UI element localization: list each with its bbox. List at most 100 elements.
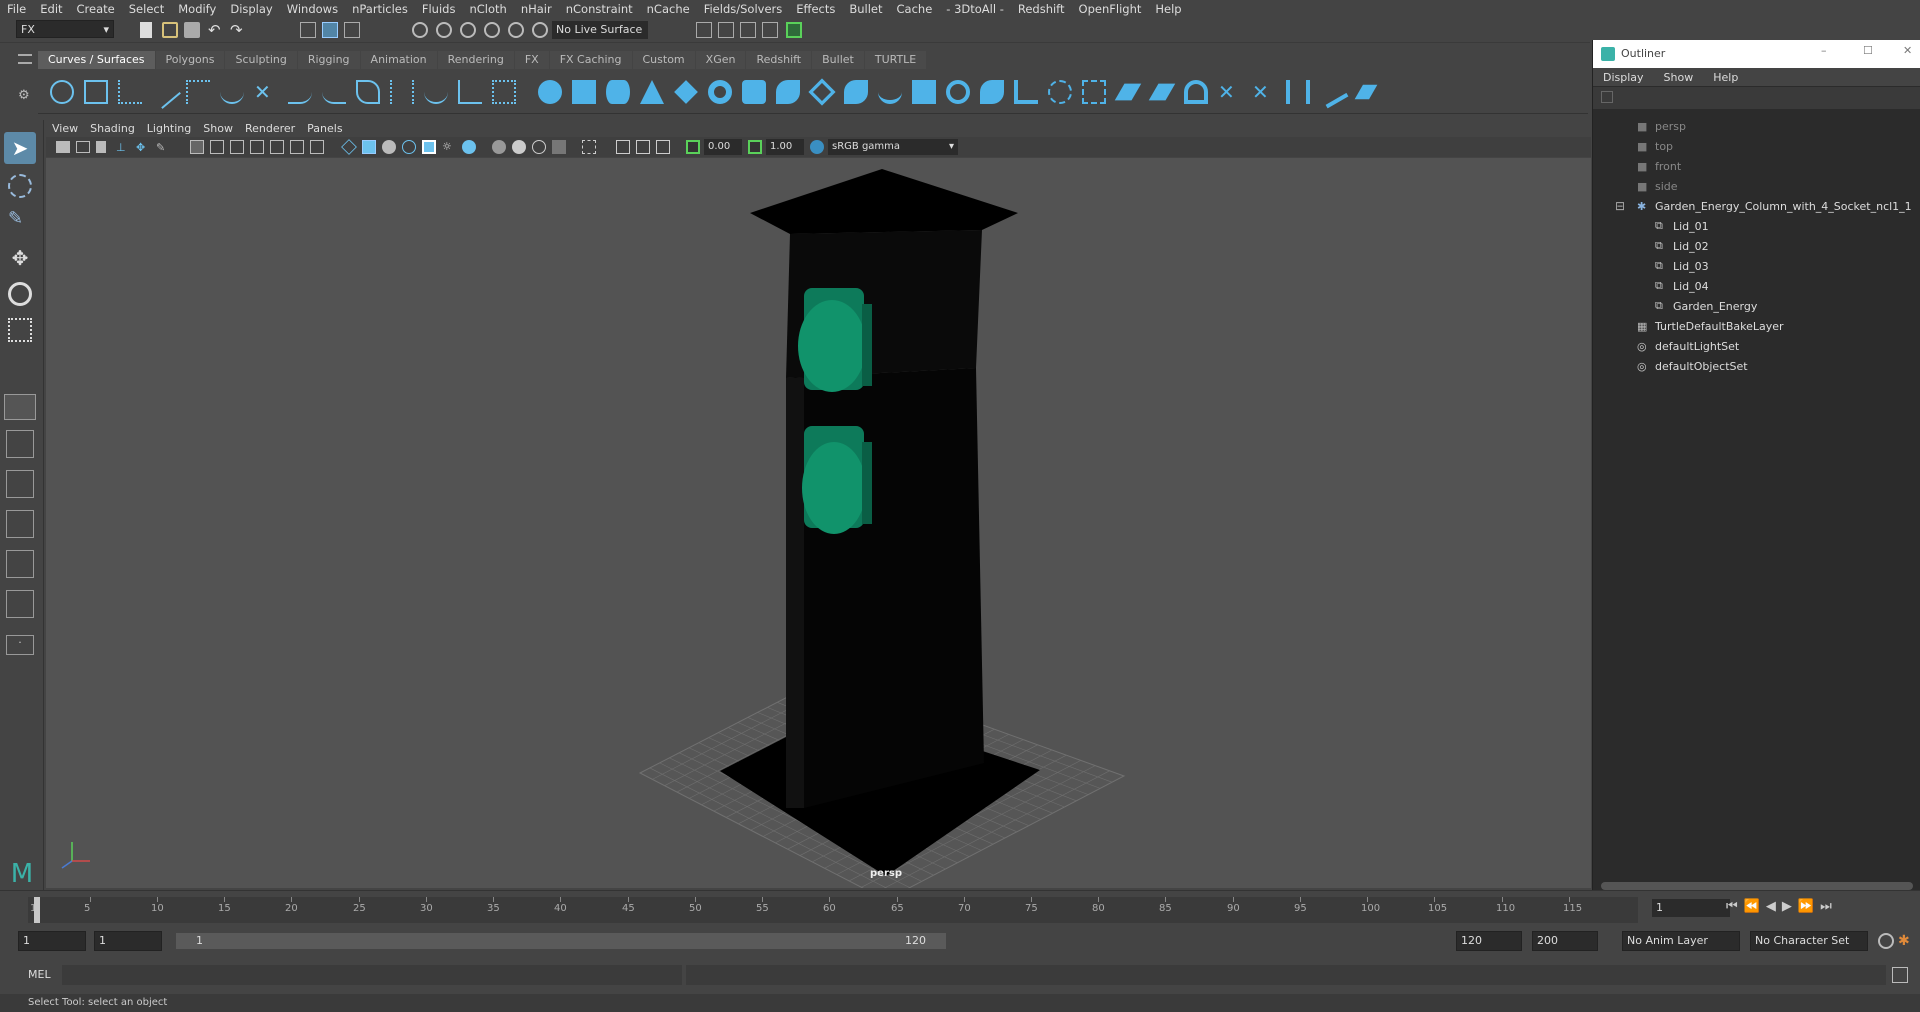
command-input[interactable] xyxy=(62,965,682,985)
single-perspective-layout-icon[interactable] xyxy=(4,394,36,420)
render-current-frame-icon[interactable] xyxy=(696,22,712,38)
play-backward-icon[interactable]: ◀ xyxy=(1766,899,1782,914)
insert-isoparm-icon[interactable]: ✕ xyxy=(1218,80,1242,104)
viewport-menu-item[interactable]: Lighting xyxy=(141,122,197,135)
auto-key-icon[interactable] xyxy=(1878,933,1894,949)
outliner-item[interactable]: ■ side xyxy=(1637,176,1678,196)
shelf-tab[interactable]: Rendering xyxy=(437,51,514,69)
rotate-tool-icon[interactable] xyxy=(8,282,32,306)
project-curve-icon[interactable] xyxy=(1014,80,1038,104)
gamma-toggle-icon[interactable] xyxy=(748,140,762,154)
nurbs-cylinder-icon[interactable] xyxy=(606,80,630,104)
grid-icon[interactable] xyxy=(190,140,204,154)
loft-icon[interactable] xyxy=(776,80,800,104)
rebuild-surface-icon[interactable] xyxy=(1286,80,1310,104)
nurbs-plane-icon[interactable] xyxy=(674,80,698,104)
camera-attributes-icon[interactable] xyxy=(76,141,90,153)
menu-item[interactable]: Cache xyxy=(890,2,940,16)
two-d-pan-zoom-icon[interactable]: ✥ xyxy=(136,141,150,154)
horizontal-scrollbar[interactable] xyxy=(1601,882,1913,890)
save-scene-icon[interactable] xyxy=(184,22,200,38)
menu-item[interactable]: nHair xyxy=(514,2,559,16)
close-icon[interactable]: ✕ xyxy=(1903,44,1912,57)
shadows-icon[interactable] xyxy=(462,140,476,154)
menu-item[interactable]: Help xyxy=(1148,2,1188,16)
snap-point-icon[interactable] xyxy=(460,22,476,38)
paint-select-tool-icon[interactable]: ✎ xyxy=(8,208,32,232)
isolate-select-icon[interactable] xyxy=(582,140,596,154)
outliner-menu-item[interactable]: Help xyxy=(1703,71,1748,84)
trim-tool-icon[interactable] xyxy=(1082,80,1106,104)
safe-action-icon[interactable] xyxy=(290,140,304,154)
xray-joints-icon[interactable] xyxy=(636,140,650,154)
wireframe-icon[interactable] xyxy=(341,139,357,155)
outliner-item[interactable]: ⧉ Garden_Energy xyxy=(1655,296,1757,316)
move-tool-icon[interactable]: ✥ xyxy=(8,246,32,270)
undo-icon[interactable]: ↶ xyxy=(208,22,224,38)
nurbs-torus-icon[interactable] xyxy=(708,80,732,104)
textured-icon[interactable] xyxy=(422,140,436,154)
menu-item[interactable]: Modify xyxy=(171,2,223,16)
extend-curve-icon[interactable] xyxy=(390,80,414,104)
shelf-tab[interactable]: XGen xyxy=(695,51,746,69)
outliner-item[interactable]: ■ front xyxy=(1637,156,1681,176)
insert-knot-icon[interactable] xyxy=(356,80,380,104)
persp-hypershade-layout-icon[interactable] xyxy=(6,550,34,578)
play-forward-icon[interactable]: ▶ xyxy=(1782,899,1798,914)
range-bar[interactable]: 1 120 xyxy=(176,933,946,949)
outliner-item[interactable]: ◎ defaultLightSet xyxy=(1637,336,1739,356)
menu-item[interactable]: Effects xyxy=(789,2,842,16)
intersect-surfaces-icon[interactable] xyxy=(1048,80,1072,104)
viewport-menu-item[interactable]: Renderer xyxy=(239,122,301,135)
menu-item[interactable]: File xyxy=(0,2,33,16)
outliner-item[interactable]: ⧉ Lid_04 xyxy=(1655,276,1709,296)
new-scene-icon[interactable] xyxy=(140,22,152,38)
arc-tool-icon[interactable]: ✕ xyxy=(254,80,278,104)
persp-outliner-layout-icon[interactable] xyxy=(6,470,34,498)
smooth-shade-icon[interactable] xyxy=(362,140,376,154)
xray-icon[interactable] xyxy=(616,140,630,154)
nurbs-square-icon[interactable] xyxy=(84,80,108,104)
menuset-dropdown[interactable]: FX ▾ xyxy=(16,20,114,38)
view-transform-dropdown[interactable]: sRGB gamma ▾ xyxy=(828,139,958,155)
viewport-menu-item[interactable]: Show xyxy=(197,122,239,135)
outliner-item[interactable]: ■ top xyxy=(1637,136,1673,156)
hypershade-icon[interactable] xyxy=(762,22,778,38)
offset-curve-icon[interactable] xyxy=(424,80,448,104)
untrim-icon[interactable] xyxy=(1114,83,1142,101)
nurbs-circle-icon[interactable] xyxy=(50,80,74,104)
script-editor-icon[interactable] xyxy=(1892,967,1908,983)
ipr-render-icon[interactable] xyxy=(718,22,734,38)
open-scene-icon[interactable] xyxy=(162,22,178,38)
redo-icon[interactable]: ↷ xyxy=(230,22,246,38)
nurbs-cube-icon[interactable] xyxy=(572,80,596,104)
sculpt-geometry-icon[interactable] xyxy=(1315,75,1349,109)
anim-layer-dropdown[interactable]: No Anim Layer xyxy=(1622,931,1740,951)
menu-item[interactable]: Create xyxy=(70,2,122,16)
outliner-item[interactable]: ◎ defaultObjectSet xyxy=(1637,356,1748,376)
shelf-tab[interactable]: Sculpting xyxy=(225,51,297,69)
outliner-item[interactable]: ⧉ Lid_02 xyxy=(1655,236,1709,256)
color-management-icon[interactable] xyxy=(810,140,824,154)
shelf-tab[interactable]: FX Caching xyxy=(549,51,632,69)
attach-curves-icon[interactable] xyxy=(288,80,312,104)
nurbs-sphere-icon[interactable] xyxy=(538,80,562,104)
field-chart-icon[interactable] xyxy=(270,140,284,154)
menu-item[interactable]: Bullet xyxy=(842,2,889,16)
shelf-tab[interactable]: Rigging xyxy=(297,51,360,69)
menu-item[interactable]: Display xyxy=(223,2,279,16)
redshift-render-view-icon[interactable] xyxy=(786,22,802,38)
persp-graph-layout-icon[interactable] xyxy=(6,510,34,538)
shelf-tab[interactable]: Polygons xyxy=(155,51,225,69)
playback-start-field[interactable]: 1 xyxy=(94,931,162,951)
snap-grid-icon[interactable] xyxy=(412,22,428,38)
minimize-icon[interactable]: – xyxy=(1821,44,1827,57)
wireframe-on-shaded-icon[interactable] xyxy=(402,140,416,154)
outliner-menu-item[interactable]: Display xyxy=(1593,71,1654,84)
shelf-tab[interactable]: Curves / Surfaces xyxy=(38,51,155,69)
go-to-start-icon[interactable]: ⏮ xyxy=(1726,899,1744,914)
animation-start-field[interactable]: 1 xyxy=(18,931,86,951)
shelf-tab[interactable]: TURTLE xyxy=(864,51,927,69)
bevel-plus-icon[interactable] xyxy=(912,80,936,104)
pencil-curve-icon[interactable] xyxy=(220,80,244,104)
